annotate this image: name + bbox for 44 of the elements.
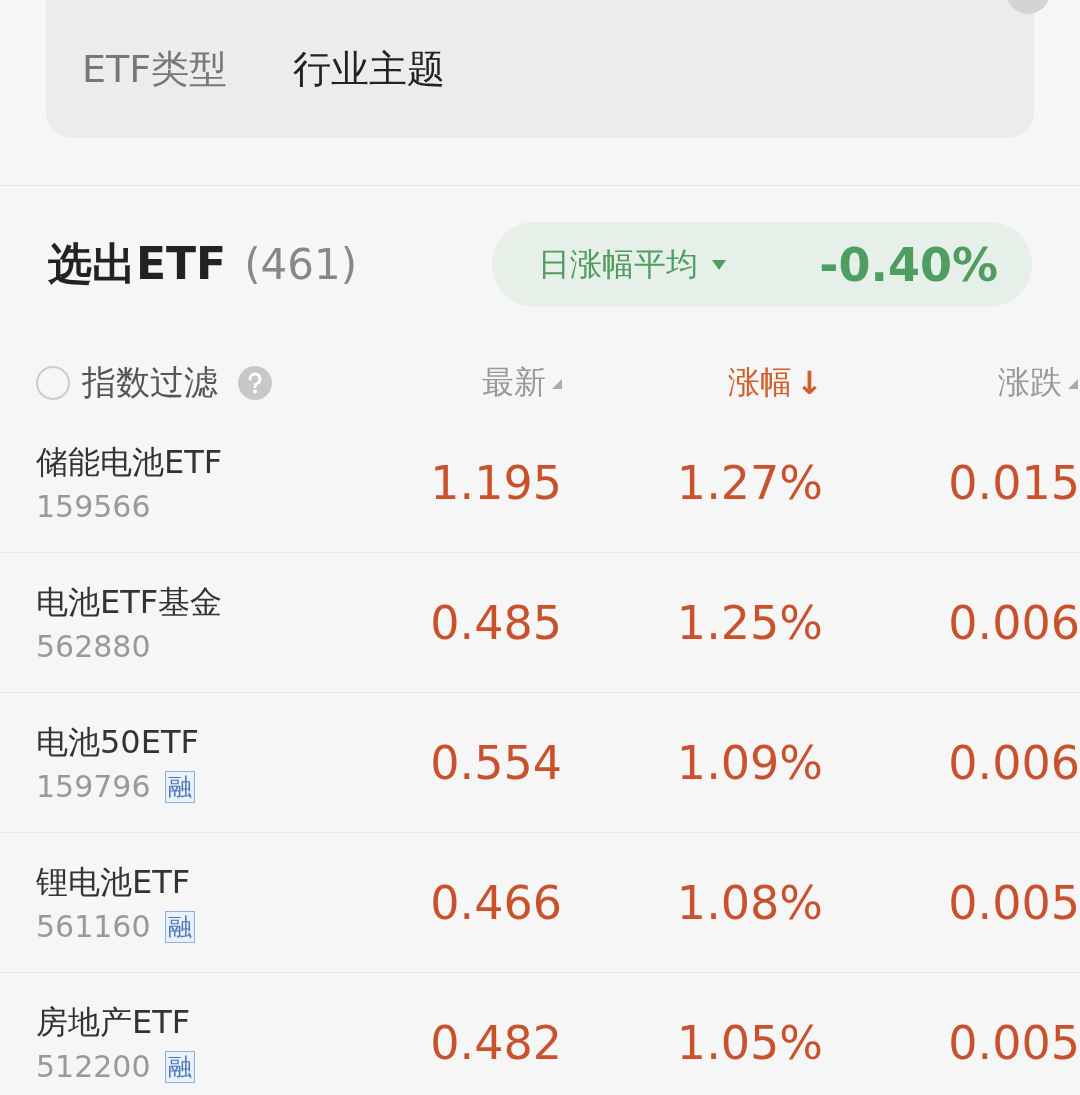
average-change-pill[interactable]: 日涨幅平均 -0.40% [492,222,1032,307]
fund-code: 159796 [36,769,151,804]
change-percent: 1.25% [676,595,823,650]
column-header[interactable]: 涨幅↓ [562,361,823,405]
change-amount: 0.006 [948,595,1080,650]
fund-name: 储能电池ETF [36,442,224,483]
filter-tab[interactable]: 行业主题 [293,43,446,95]
fund-code: 561160 [36,909,151,944]
fund-name: 电池ETF基金 [36,582,224,623]
change-amount: 0.005 [948,1015,1080,1070]
change-percent: 1.27% [676,455,823,510]
change-percent: 1.08% [676,875,823,930]
change-amount: 0.006 [948,735,1080,790]
fund-code: 159566 [36,489,151,524]
fund-name: 电池50ETF [36,722,200,763]
sort-icon [1066,377,1078,389]
filter-tab[interactable]: ETF类型 [82,43,228,95]
index-filter-radio[interactable] [36,366,70,400]
margin-tag: 融 [164,770,195,803]
help-icon[interactable] [238,366,272,400]
latest-price: 1.195 [430,455,562,510]
result-title: 选出ETF [48,238,227,289]
change-amount: 0.015 [948,455,1080,510]
change-percent: 1.09% [676,735,823,790]
fund-name: 锂电池ETF [36,862,192,903]
latest-price: 0.466 [430,875,562,930]
latest-price: 0.554 [430,735,562,790]
average-change-value: -0.40% [819,237,998,292]
result-count: (461) [244,240,358,289]
change-amount: 0.005 [948,875,1080,930]
fund-name: 房地产ETF [36,1002,192,1043]
latest-price: 0.482 [430,1015,562,1070]
margin-tag: 融 [164,910,195,943]
index-filter-label: 指数过滤 [82,361,218,404]
margin-tag: 融 [164,1050,195,1083]
metric-dropdown[interactable]: 日涨幅平均 [538,242,698,287]
caret-icon [712,259,726,270]
fund-code: 512200 [36,1049,151,1084]
column-header[interactable]: 涨跌 [823,361,1078,405]
fund-code: 562880 [36,629,151,664]
sort-icon [550,377,562,389]
latest-price: 0.485 [430,595,562,650]
change-percent: 1.05% [676,1015,823,1070]
column-header[interactable]: 最新 [376,361,562,405]
